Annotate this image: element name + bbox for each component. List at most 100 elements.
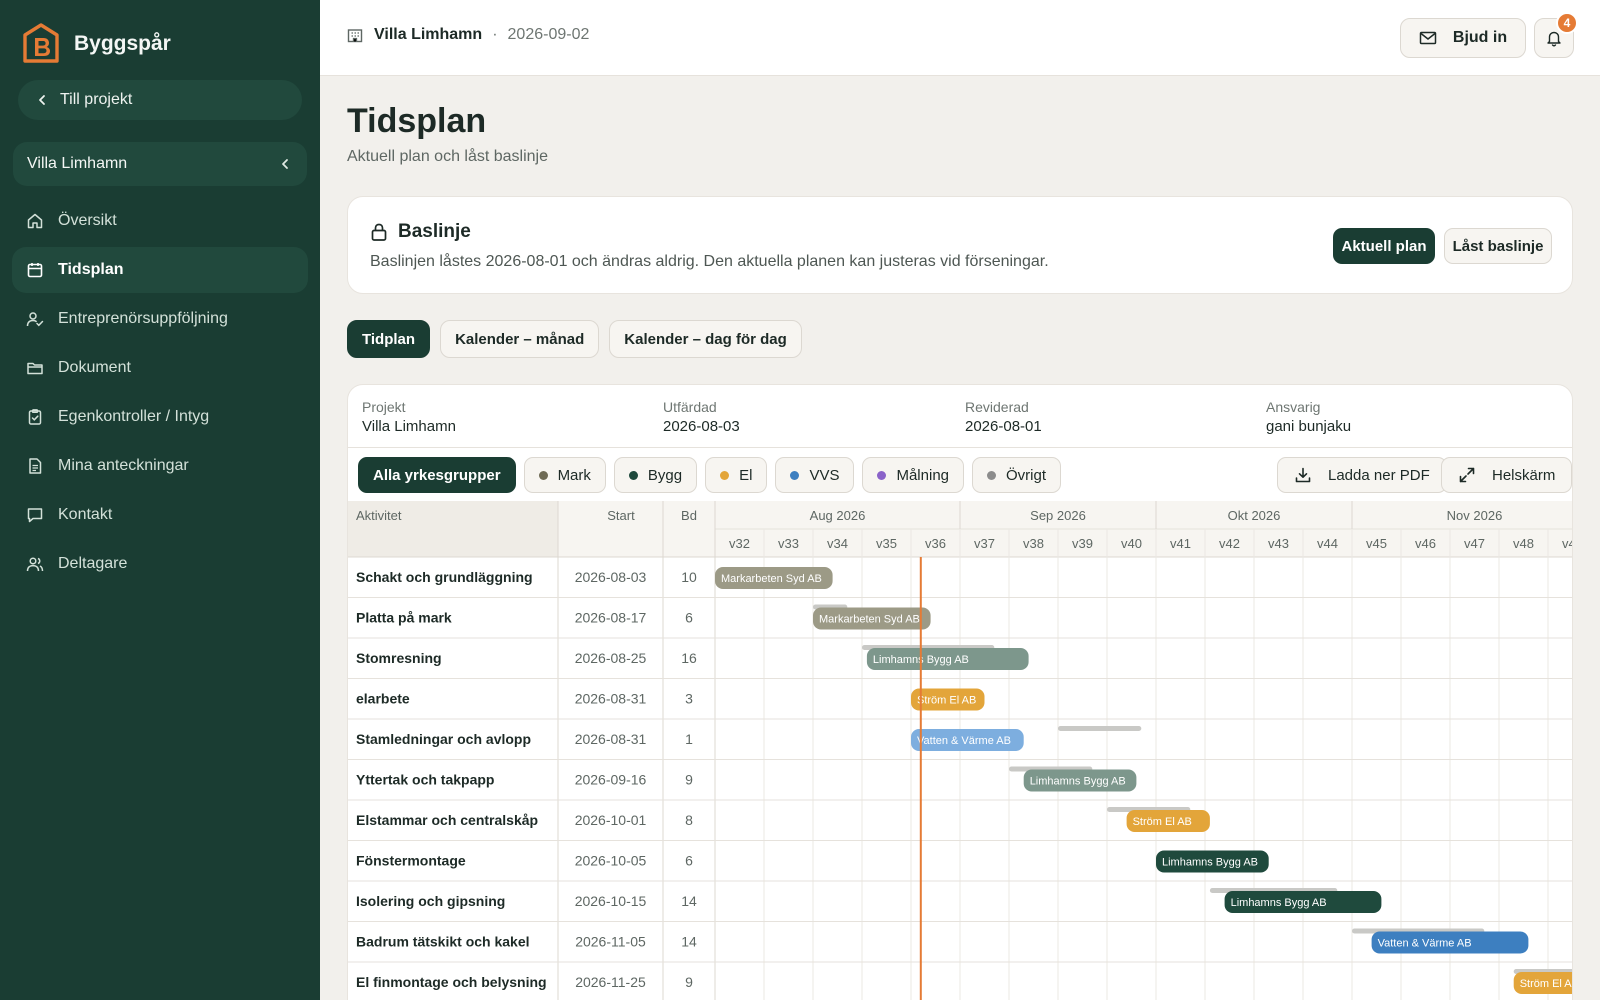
sidebar: Byggspår Till projekt Villa Limhamn Över… <box>0 0 320 1000</box>
sidebar-item-label: Dokument <box>58 359 131 376</box>
meta-issued: Utfärdad 2026-08-03 <box>663 399 740 435</box>
activity-start-date: 2026-10-05 <box>575 853 647 869</box>
activity-start-date: 2026-10-15 <box>575 893 647 909</box>
tab-kalender-manad[interactable]: Kalender – månad <box>440 320 600 358</box>
trade-dot-icon <box>790 470 800 480</box>
sidebar-item-label: Egenkontroller / Intyg <box>58 408 210 425</box>
week-label: v47 <box>1464 536 1485 551</box>
activity-duration: 8 <box>685 812 693 828</box>
week-label: v37 <box>974 536 995 551</box>
activity-duration: 14 <box>681 893 697 909</box>
contractor-label: Limhamns Bygg AB <box>1030 776 1126 788</box>
fullscreen-button[interactable]: Helskärm <box>1441 457 1572 493</box>
filter-malning[interactable]: Målning <box>862 457 964 493</box>
chat-icon <box>27 508 43 523</box>
meta-value: Villa Limhamn <box>362 418 456 435</box>
activity-start-date: 2026-11-05 <box>575 934 646 950</box>
week-label: v35 <box>876 536 897 551</box>
clipboard-icon <box>28 409 42 425</box>
start-column-header: Start <box>607 508 635 523</box>
activity-start-date: 2026-09-16 <box>575 772 647 788</box>
week-label: v34 <box>827 536 848 551</box>
activity-duration: 3 <box>685 691 693 707</box>
contractor-label: Ström El AB <box>1133 816 1192 828</box>
filter-all-trades[interactable]: Alla yrkesgrupper <box>358 457 516 493</box>
gantt-svg: Aktivitet Start Bd Aug 2026 Sep 2026 Okt 2026… <box>348 501 1573 1000</box>
current-plan-toggle[interactable]: Aktuell plan <box>1333 228 1435 264</box>
meta-responsible: Ansvarig gani bunjaku <box>1266 399 1351 435</box>
sidebar-item-label: Deltagare <box>58 555 128 572</box>
filter-label: Alla yrkesgrupper <box>373 466 501 484</box>
filter-mark[interactable]: Mark <box>523 457 606 493</box>
week-label: v40 <box>1121 536 1142 551</box>
month-label: Nov 2026 <box>1447 508 1503 523</box>
sidebar-item-entreprenorsuppfoljning[interactable]: Entreprenörsuppföljning <box>12 296 308 342</box>
contractor-label: Ström El AB <box>917 695 976 707</box>
activity-start-date: 2026-08-25 <box>575 650 647 666</box>
week-label: v49 <box>1562 536 1573 551</box>
week-label: v33 <box>778 536 799 551</box>
sidebar-item-kontakt[interactable]: Kontakt <box>12 492 308 538</box>
days-column-header: Bd <box>681 508 697 523</box>
activity-start-date: 2026-08-17 <box>575 610 647 626</box>
filter-ovrigt[interactable]: Övrigt <box>972 457 1062 493</box>
back-to-projects-button[interactable]: Till projekt <box>18 80 302 120</box>
sidebar-item-tidsplan[interactable]: Tidsplan <box>12 247 308 293</box>
filter-label: Mark <box>557 466 591 484</box>
breadcrumb-project[interactable]: Villa Limhamn <box>374 26 482 44</box>
download-pdf-label: Ladda ner PDF <box>1328 466 1430 484</box>
filter-vvs[interactable]: VVS <box>775 457 855 493</box>
download-pdf-button[interactable]: Ladda ner PDF <box>1277 457 1447 493</box>
sidebar-item-oversikt[interactable]: Översikt <box>12 198 308 244</box>
sidebar-item-dokument[interactable]: Dokument <box>12 345 308 391</box>
baseline-description: Baslinjen låstes 2026-08-01 och ändras a… <box>370 253 1049 270</box>
mail-icon <box>1419 31 1437 45</box>
brand[interactable]: Byggspår <box>22 22 171 66</box>
user-check-icon <box>26 312 44 327</box>
activity-start-date: 2026-08-03 <box>575 569 647 585</box>
schedule-card: Projekt Villa Limhamn Utfärdad 2026-08-0… <box>347 384 1573 1000</box>
tab-tidplan[interactable]: Tidplan <box>347 320 431 358</box>
filter-label: VVS <box>809 466 840 484</box>
contractor-label: Markarbeten Syd AB <box>819 614 920 626</box>
sidebar-item-label: Översikt <box>58 212 117 229</box>
activity-name: El finmontage och belysning <box>356 974 547 990</box>
sidebar-item-egenkontroller[interactable]: Egenkontroller / Intyg <box>12 394 308 440</box>
back-to-projects-label: Till projekt <box>60 91 133 108</box>
notification-count-badge: 4 <box>1556 12 1578 34</box>
expand-icon <box>1459 467 1475 483</box>
locked-baseline-toggle[interactable]: Låst baslinje <box>1444 228 1552 264</box>
users-icon <box>26 557 44 572</box>
invite-button[interactable]: Bjud in <box>1400 18 1526 58</box>
breadcrumb-date: 2026-09-02 <box>507 26 590 43</box>
breadcrumb: Villa Limhamn · 2026-09-02 <box>346 26 589 44</box>
week-label: v41 <box>1170 536 1191 551</box>
project-selector[interactable]: Villa Limhamn <box>13 142 307 186</box>
tab-kalender-dag[interactable]: Kalender – dag för dag <box>609 320 802 358</box>
sidebar-item-mina-anteckningar[interactable]: Mina anteckningar <box>12 443 308 489</box>
filter-bygg[interactable]: Bygg <box>613 457 698 493</box>
divider <box>348 447 1572 448</box>
sidebar-nav: Översikt Tidsplan Entreprenörsuppföljnin… <box>12 198 308 590</box>
trade-filters: Alla yrkesgrupper Mark Bygg El VVS Målni… <box>358 457 1062 493</box>
meta-project: Projekt Villa Limhamn <box>362 399 456 435</box>
activity-duration: 6 <box>685 853 693 869</box>
sidebar-item-label: Tidsplan <box>58 261 124 278</box>
sidebar-item-deltagare[interactable]: Deltagare <box>12 541 308 587</box>
activity-duration: 10 <box>681 569 697 585</box>
lock-icon <box>371 223 387 241</box>
contractor-label: Limhamns Bygg AB <box>1162 857 1258 869</box>
home-icon <box>27 213 43 229</box>
activity-duration: 9 <box>685 772 693 788</box>
month-label: Okt 2026 <box>1228 508 1281 523</box>
baseline-title: Baslinje <box>398 221 471 242</box>
collapse-chevron-icon[interactable] <box>279 158 291 170</box>
trade-dot-icon <box>987 470 996 480</box>
trade-dot-icon <box>877 470 887 480</box>
week-label: v48 <box>1513 536 1534 551</box>
activity-column-header: Aktivitet <box>356 508 402 523</box>
activity-name: Stamledningar och avlopp <box>356 731 531 747</box>
sidebar-item-label: Mina anteckningar <box>58 457 189 474</box>
week-label: v45 <box>1366 536 1387 551</box>
filter-el[interactable]: El <box>705 457 768 493</box>
